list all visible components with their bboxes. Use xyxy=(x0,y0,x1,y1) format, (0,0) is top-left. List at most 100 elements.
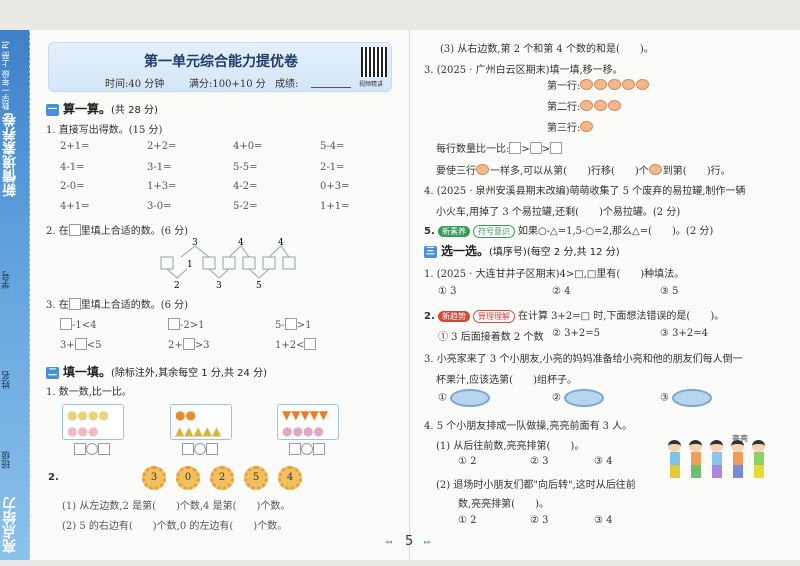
option[interactable]: ③ 3+2=4 xyxy=(660,328,708,339)
calc-item: 5-4= xyxy=(320,141,345,152)
section-title: 算一算。 xyxy=(63,102,112,116)
blank-box[interactable] xyxy=(304,338,317,350)
kid-figure xyxy=(710,440,724,480)
blank-box[interactable] xyxy=(509,142,522,154)
option[interactable]: ① 3 xyxy=(438,286,457,297)
bun-icon xyxy=(580,100,594,111)
sidebar: 数学一年级 上册 RJ 新情境素养卷 学号 姓名 班级 亮点给力 xyxy=(0,30,30,560)
bond-top: 4 xyxy=(238,238,244,248)
option[interactable]: ① 2 xyxy=(458,456,477,467)
inequality-item: 2+ >3 xyxy=(168,338,210,351)
blank-box[interactable] xyxy=(550,142,563,154)
compare-blank[interactable] xyxy=(74,443,110,456)
blank-box[interactable] xyxy=(284,318,297,330)
score-blank xyxy=(311,87,351,88)
option[interactable]: ② xyxy=(552,389,605,407)
option[interactable]: ② 3 xyxy=(530,515,549,526)
option[interactable]: ② 4 xyxy=(552,286,571,297)
cups-plate-icon xyxy=(564,389,605,407)
compare-blank[interactable] xyxy=(182,443,218,456)
blank-box xyxy=(68,298,81,310)
section-3-heading: 三选一选。(填序号)(每空 2 分,共 12 分) xyxy=(424,242,620,259)
inequality-item: 3+ <5 xyxy=(60,338,102,351)
cups-plate-icon xyxy=(450,389,491,407)
calc-item: 2+2= xyxy=(147,141,177,152)
section-points: (共 28 分) xyxy=(111,105,158,116)
option[interactable]: ① 3 后面接着数 2 个数 xyxy=(438,328,543,343)
option[interactable]: ③ xyxy=(660,389,713,407)
score-label: 成绩: xyxy=(275,79,299,90)
name-label: 姓名 xyxy=(2,371,12,389)
bun-icon xyxy=(636,79,650,90)
time-label: 时间:40 分钟 xyxy=(105,79,165,90)
flower-number: 4 xyxy=(278,466,302,490)
qr-code-icon[interactable] xyxy=(361,47,387,77)
q5: 5. 新素养 符号意识 如果○-△=1,5-○=2,那么△=( )。(2 分) xyxy=(424,225,714,238)
option[interactable]: ③ 5 xyxy=(660,286,679,297)
choice-q4-part2: (2) 退场时小朋友们都"向后转",这时从后往前 xyxy=(436,480,636,491)
reasoning-tag: 算理理解 xyxy=(472,310,515,323)
section-points: (除标注外,其余每空 1 分,共 24 分) xyxy=(111,368,267,379)
page-title: 第一单元综合能力提优卷 xyxy=(144,54,298,70)
option[interactable]: ① 2 xyxy=(458,515,477,526)
blank-box[interactable] xyxy=(74,338,87,350)
section-1-heading: 一算一算。(共 28 分) xyxy=(46,100,158,117)
bond-top: 4 xyxy=(278,238,284,248)
option[interactable]: ② 3+2=5 xyxy=(552,328,600,339)
choice-q3-line1: 3. 小亮家来了 3 个小朋友,小亮的妈妈准备给小亮和他的朋友们每人倒一 xyxy=(424,354,743,365)
series-title: 新情境素养卷 xyxy=(2,113,18,197)
section-number-icon: 三 xyxy=(424,246,437,258)
option[interactable]: ③ 4 xyxy=(594,456,613,467)
compare-line: 每行数量比一比: > > xyxy=(436,140,563,155)
option[interactable]: ③ 4 xyxy=(594,515,613,526)
student-no-label: 学号 xyxy=(2,271,12,289)
bun-icon xyxy=(594,100,608,111)
cups-plate-icon xyxy=(672,389,713,407)
flower-number: 5 xyxy=(244,466,268,490)
section-number-icon: 一 xyxy=(46,104,59,116)
calc-item: 3-1= xyxy=(147,162,172,173)
inequality-item: 1+2< xyxy=(275,338,317,351)
carrots-radishes-picture: ▼▼▼▼▼ ●●●● xyxy=(277,404,339,440)
q3-title: 3. (2025 · 广州白云区期末)填一填,移一移。 xyxy=(424,65,623,76)
inequality-item: -1<4 xyxy=(60,318,96,331)
calc-item: 2-1= xyxy=(320,162,345,173)
calc-item: 1+1= xyxy=(320,201,350,212)
choice-q3-line2: 杯果汁,应该选第( )组杯子。 xyxy=(436,375,577,386)
oranges-pineapples-picture: ●● ▲▲▲▲▲ xyxy=(170,404,232,440)
section-2-heading: 二填一填。(除标注外,其余每空 1 分,共 24 分) xyxy=(46,363,267,380)
calc-item: 5-5= xyxy=(233,162,258,173)
bond-mid: 1 xyxy=(187,260,193,270)
section-number-icon: 二 xyxy=(46,367,59,379)
choice-q1-title: 1. (2025 · 大连甘井子区期末)4>□,□里有( )种填法。 xyxy=(424,269,685,280)
calc-item: 5-2= xyxy=(233,201,258,212)
blank-box[interactable] xyxy=(529,142,542,154)
q4-line1: 4. (2025 · 泉州安溪县期末改编)萌萌收集了 5 个废弃的易拉罐,制作一… xyxy=(424,186,746,197)
option[interactable]: ① xyxy=(438,389,491,407)
bun-row: 第三行: xyxy=(547,119,594,134)
kid-figure xyxy=(668,440,682,480)
blank-box[interactable] xyxy=(60,318,72,330)
calc-item: 4+0= xyxy=(233,141,263,152)
symbol-sense-tag: 符号意识 xyxy=(472,225,515,238)
calc-item: 2+1= xyxy=(60,141,90,152)
number-bond-diagram: 3 4 4 1 2 3 5 xyxy=(160,238,296,290)
compare-blank[interactable] xyxy=(289,443,325,456)
section-title: 填一填。 xyxy=(63,365,112,379)
bun-row: 第一行: xyxy=(547,77,650,92)
pears-peaches-picture: ●●●● ●●● xyxy=(62,404,124,440)
fill-q1-title: 1. 数一数,比一比。 xyxy=(46,387,132,398)
calc-item: 4+1= xyxy=(60,201,90,212)
page-number: 5 xyxy=(405,534,414,549)
kid-figure xyxy=(689,440,703,480)
blank-box[interactable] xyxy=(168,318,180,330)
choice-q4-title: 4. 5 个小朋友排成一队做操,亮亮前面有 3 人。 xyxy=(424,421,633,432)
inequality-item: -2>1 xyxy=(168,318,204,331)
blank-box[interactable] xyxy=(182,338,195,350)
q1-title: 1. 直接写出得数。(15 分) xyxy=(46,125,163,136)
option[interactable]: ② 3 xyxy=(530,456,549,467)
fill-q2-number: 2. xyxy=(48,472,59,483)
choice-q4-part2-cont: 数,亮亮排第( )。 xyxy=(458,499,549,510)
q4-line2: 小火车,用掉了 3 个易拉罐,还剩( )个易拉罐。(2 分) xyxy=(436,207,681,218)
bond-bottom: 3 xyxy=(216,281,222,290)
